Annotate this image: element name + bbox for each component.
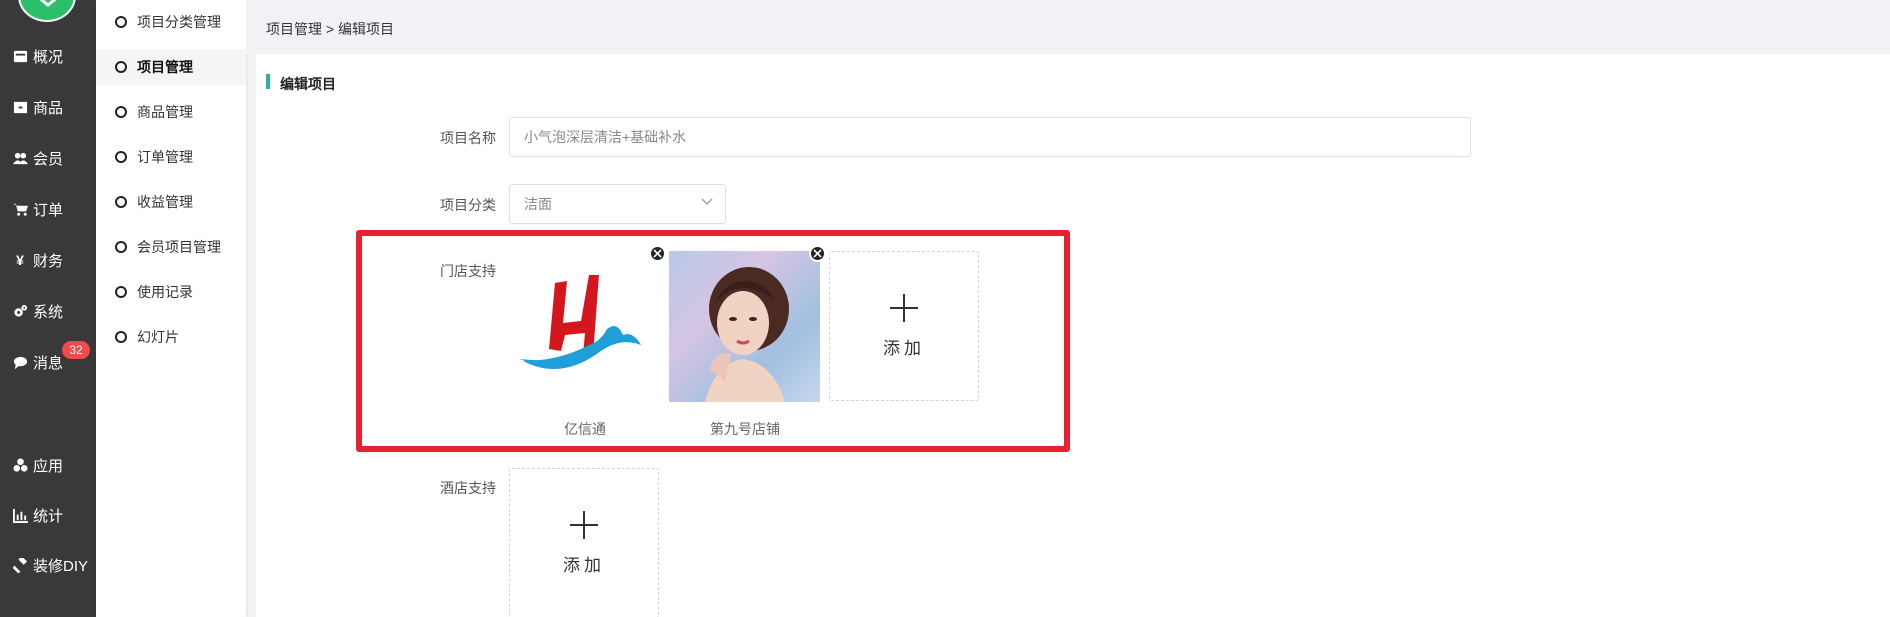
sidebar-item-label: 会员 <box>33 150 64 168</box>
submenu-item-label: 项目分类管理 <box>137 14 221 30</box>
sidebar-item-label: 系统 <box>33 303 64 321</box>
goods-icon <box>11 98 29 116</box>
yen-icon: ¥ <box>16 252 24 268</box>
sidebar-item-label: 商品 <box>33 99 64 117</box>
circle-icon <box>115 241 127 253</box>
main-sidebar: 概况 商品 会员 订单 ¥ 财务 系统 消息 32 应用 统计 装修DIY <box>0 0 96 617</box>
chevron-down-icon <box>701 198 713 205</box>
circle-icon <box>115 196 127 208</box>
chat-icon <box>11 353 29 371</box>
circle-icon <box>115 331 127 343</box>
members-icon <box>11 149 29 167</box>
submenu-item-label: 幻灯片 <box>137 329 179 345</box>
remove-store-yixintong-icon[interactable] <box>649 245 666 262</box>
gavel-icon <box>11 556 29 574</box>
submenu-item-slides[interactable]: 幻灯片 <box>96 319 246 355</box>
apps-icon <box>11 456 29 474</box>
sidebar-item-goods[interactable]: 商品 <box>0 92 96 122</box>
sidebar-item-members[interactable]: 会员 <box>0 143 96 173</box>
submenu: 项目分类管理 项目管理 商品管理 订单管理 收益管理 会员项目管理 使用记录 幻… <box>96 0 246 617</box>
sidebar-item-label: 概况 <box>33 48 64 66</box>
chart-icon <box>11 506 29 524</box>
add-label: 添加 <box>563 555 605 575</box>
sidebar-item-overview[interactable]: 概况 <box>0 41 96 71</box>
submenu-item-label: 使用记录 <box>137 284 193 300</box>
add-label: 添加 <box>883 338 925 358</box>
submenu-item-category[interactable]: 项目分类管理 <box>96 4 246 40</box>
plus-icon <box>890 293 918 322</box>
project-name-value: 小气泡深层清洁+基础补水 <box>524 129 687 145</box>
add-hotel-button[interactable]: 添加 <box>509 468 659 617</box>
store-image-yixintong <box>509 251 661 403</box>
sidebar-item-label: 装修DIY <box>33 557 89 575</box>
sidebar-item-messages[interactable]: 消息 32 <box>0 341 96 377</box>
portrait-photo-icon <box>705 267 789 402</box>
submenu-item-label: 商品管理 <box>137 104 193 120</box>
message-count-badge: 32 <box>62 341 90 359</box>
project-name-label: 项目名称 <box>440 130 496 146</box>
circle-icon <box>115 16 127 28</box>
submenu-item-member-projects[interactable]: 会员项目管理 <box>96 229 246 265</box>
project-category-label: 项目分类 <box>440 197 496 213</box>
logo-icon[interactable] <box>18 0 76 22</box>
submenu-item-orders[interactable]: 订单管理 <box>96 139 246 175</box>
sidebar-item-label: 应用 <box>33 457 64 475</box>
submenu-item-label: 订单管理 <box>137 149 193 165</box>
section-accent-bar <box>266 74 270 89</box>
edit-form-panel: 编辑项目 项目名称 小气泡深层清洁+基础补水 项目分类 洁面 门店支持 亿信通 <box>256 54 1890 617</box>
store-support-label: 门店支持 <box>440 263 496 279</box>
section-title: 编辑项目 <box>280 76 336 92</box>
gears-icon <box>11 302 29 320</box>
plus-icon <box>570 510 598 539</box>
circle-icon <box>115 106 127 118</box>
submenu-item-label: 收益管理 <box>137 194 193 210</box>
breadcrumb[interactable]: 项目管理 > 编辑项目 <box>266 19 394 39</box>
project-category-value: 洁面 <box>524 196 552 212</box>
submenu-item-usage[interactable]: 使用记录 <box>96 274 246 310</box>
sidebar-item-label: 消息 <box>33 354 64 372</box>
submenu-item-label: 项目管理 <box>137 59 193 75</box>
app-root: 概况 商品 会员 订单 ¥ 财务 系统 消息 32 应用 统计 装修DIY 项目… <box>0 0 1890 617</box>
sidebar-item-finance[interactable]: ¥ 财务 <box>0 245 96 275</box>
submenu-item-projects[interactable]: 项目管理 <box>96 49 246 85</box>
add-store-button[interactable]: 添加 <box>829 251 979 401</box>
store-image-ninth <box>669 251 820 402</box>
overview-icon <box>11 47 29 65</box>
sidebar-item-stats[interactable]: 统计 <box>0 500 96 530</box>
project-name-input[interactable]: 小气泡深层清洁+基础补水 <box>509 117 1471 157</box>
circle-icon <box>115 151 127 163</box>
sidebar-item-apps[interactable]: 应用 <box>0 450 96 480</box>
store-caption: 第九号店铺 <box>710 421 780 437</box>
topbar: 项目管理 > 编辑项目 <box>246 0 1890 54</box>
project-category-select[interactable]: 洁面 <box>509 184 726 224</box>
sidebar-item-system[interactable]: 系统 <box>0 296 96 326</box>
circle-icon <box>115 286 127 298</box>
hotel-support-label: 酒店支持 <box>440 480 496 496</box>
sidebar-item-label: 财务 <box>33 252 64 270</box>
sidebar-item-label: 订单 <box>33 201 64 219</box>
cart-icon <box>11 200 29 218</box>
submenu-item-label: 会员项目管理 <box>137 239 221 255</box>
sidebar-item-decor-diy[interactable]: 装修DIY <box>0 550 96 580</box>
remove-store-ninth-icon[interactable] <box>809 245 826 262</box>
store-caption: 亿信通 <box>564 421 606 437</box>
sidebar-item-label: 统计 <box>33 507 64 525</box>
store-logo-icon <box>519 275 641 369</box>
submenu-item-goods[interactable]: 商品管理 <box>96 94 246 130</box>
circle-icon <box>115 61 127 73</box>
sidebar-item-orders[interactable]: 订单 <box>0 194 96 224</box>
submenu-item-income[interactable]: 收益管理 <box>96 184 246 220</box>
